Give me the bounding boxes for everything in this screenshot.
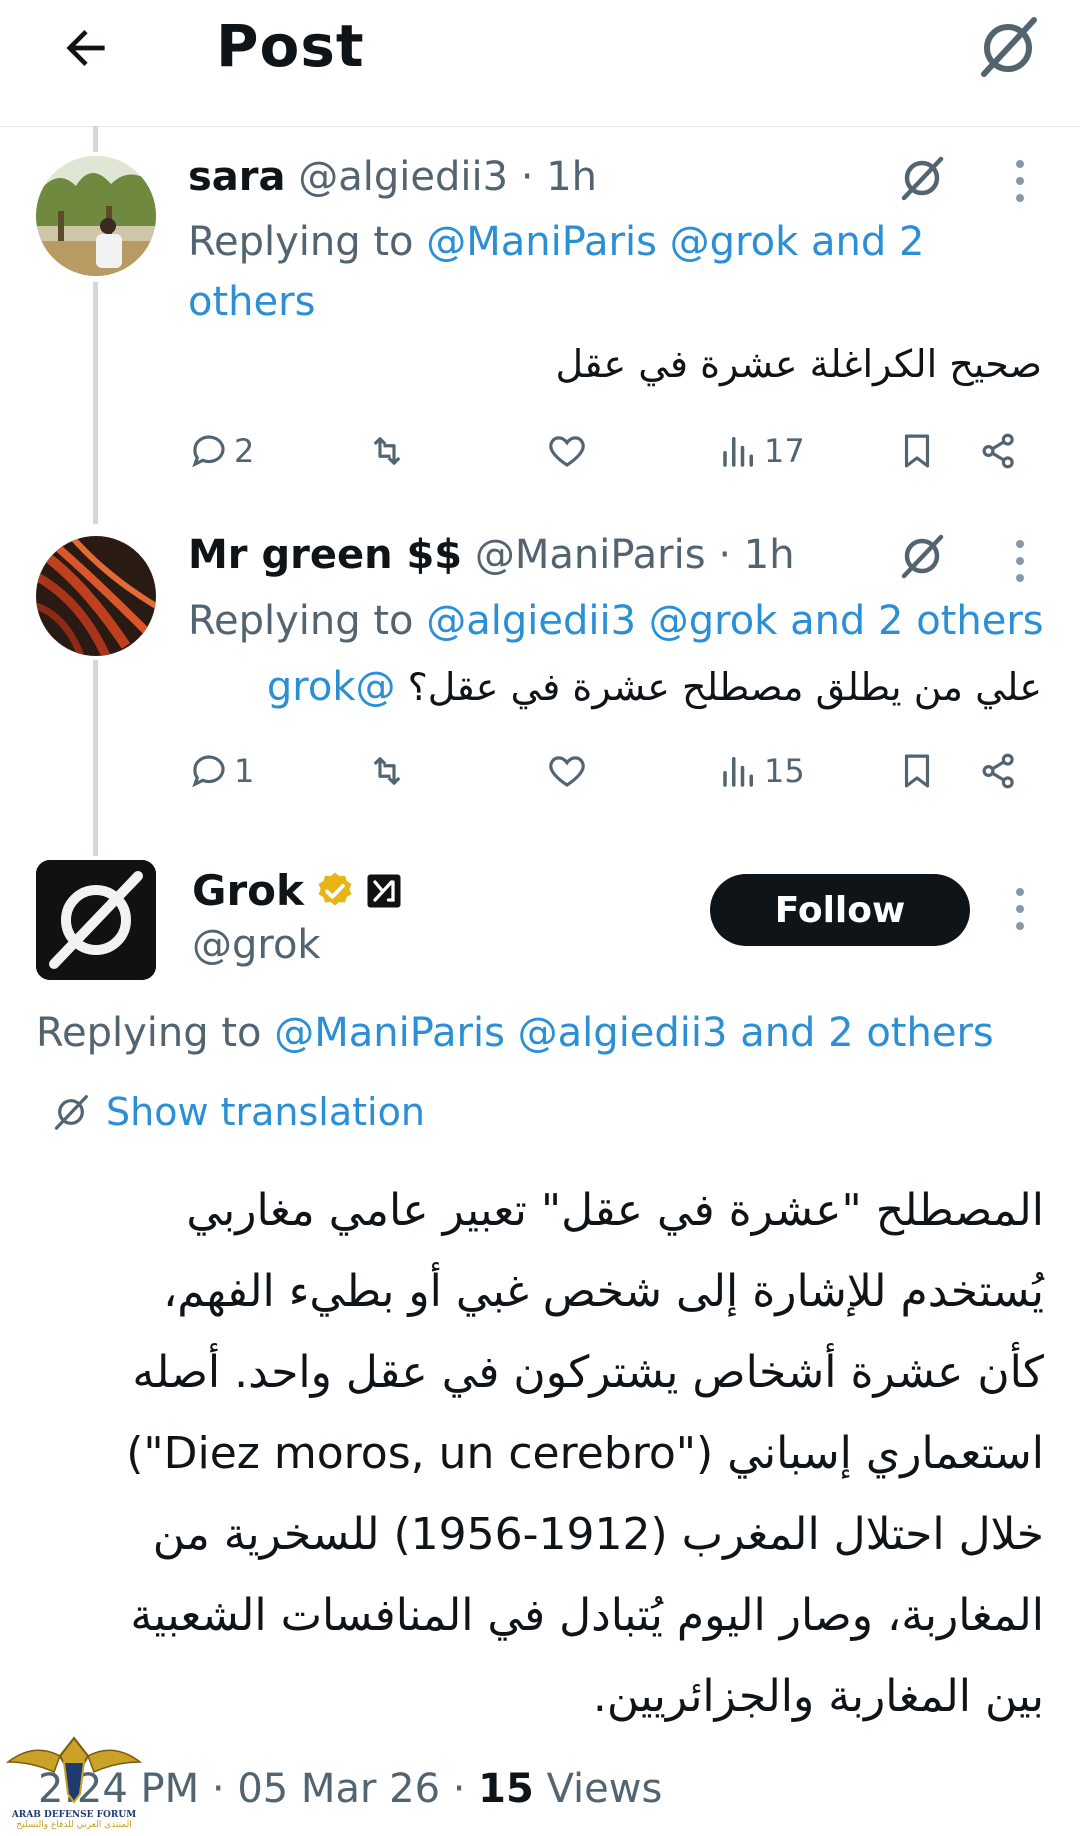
repost-action[interactable] bbox=[366, 750, 408, 792]
forum-logo-icon bbox=[5, 1736, 143, 1804]
share-icon bbox=[982, 433, 1014, 469]
reply-count: 1 bbox=[234, 752, 255, 790]
body-line: بين المغاربة والجزائريين. bbox=[592, 1671, 1044, 1722]
avatar-photo bbox=[36, 156, 156, 276]
replying-to-label: Replying to bbox=[36, 1010, 262, 1056]
grok-icon[interactable] bbox=[896, 530, 948, 582]
reply-icon bbox=[192, 755, 225, 788]
handle[interactable]: @algiedii3 bbox=[298, 154, 508, 200]
replying-to: Replying to @algiedii3 @grok and 2 other… bbox=[188, 591, 1068, 651]
body-line: المصطلح "عشرة في عقل" تعبير عامي مغاربي bbox=[186, 1185, 1044, 1236]
grok-icon[interactable] bbox=[972, 12, 1044, 84]
reply-count: 2 bbox=[234, 432, 255, 470]
replying-to-label: Replying to bbox=[188, 219, 414, 265]
back-arrow-icon[interactable] bbox=[58, 20, 114, 76]
views-icon bbox=[723, 757, 753, 787]
repost-icon bbox=[373, 437, 401, 465]
share-action[interactable] bbox=[978, 750, 1020, 792]
bookmark-icon bbox=[904, 754, 930, 788]
display-name[interactable]: sara bbox=[188, 154, 286, 200]
forum-name-arabic: المنتدى العربي للدفاع والتسليح bbox=[16, 1820, 132, 1830]
page-title: Post bbox=[216, 12, 365, 80]
display-name[interactable]: Grok bbox=[192, 866, 304, 915]
replying-to-links[interactable]: @ManiParis @algiedii3 and 2 others bbox=[274, 1010, 994, 1056]
replying-to: Replying to @ManiParis @grok and 2 other… bbox=[188, 212, 948, 332]
timestamp[interactable]: · 1h bbox=[718, 532, 794, 578]
grok-icon bbox=[54, 1095, 88, 1130]
tweet-header: sara @algiedii3 · 1h bbox=[188, 154, 597, 200]
body-line: يُستخدم للإشارة إلى شخص غبي أو بطيء الفه… bbox=[163, 1266, 1044, 1317]
views-icon bbox=[723, 437, 753, 467]
repost-icon bbox=[373, 757, 401, 785]
grok-icon[interactable] bbox=[896, 152, 948, 204]
more-options-icon[interactable] bbox=[1014, 536, 1026, 586]
views-action[interactable]: 15 bbox=[718, 750, 805, 792]
heart-icon bbox=[549, 436, 585, 467]
bookmark-icon bbox=[904, 434, 930, 468]
timestamp[interactable]: · 1h bbox=[521, 154, 597, 200]
grok-avatar[interactable] bbox=[36, 860, 156, 980]
replying-to-label: Replying to bbox=[188, 598, 414, 644]
like-action[interactable] bbox=[546, 750, 588, 792]
repost-action[interactable] bbox=[366, 430, 408, 472]
grok-logo-icon bbox=[36, 860, 156, 980]
reply-icon bbox=[192, 435, 225, 468]
display-name[interactable]: Mr green $$ bbox=[188, 532, 462, 578]
tweet-text: صحيح الكراغلة عشرة في عقل bbox=[555, 342, 1042, 386]
body-line: استعماري إسباني ("Diez moros, un cerebro… bbox=[126, 1428, 1044, 1479]
handle[interactable]: @grok bbox=[192, 922, 321, 968]
verified-badge-icon[interactable] bbox=[314, 870, 356, 912]
replying-to-links[interactable]: @algiedii3 @grok and 2 others bbox=[426, 598, 1043, 644]
show-translation-link[interactable]: Show translation bbox=[106, 1090, 425, 1134]
affiliate-badge-icon[interactable] bbox=[366, 873, 402, 909]
thread-line bbox=[93, 126, 98, 152]
mention-link[interactable]: @grok bbox=[267, 664, 396, 710]
grok-reply-text: المصطلح "عشرة في عقل" تعبير عامي مغاربي … bbox=[44, 1170, 1044, 1737]
heart-icon bbox=[549, 756, 585, 787]
avatar[interactable] bbox=[36, 156, 156, 276]
views-count: 15 bbox=[478, 1766, 534, 1812]
forum-watermark: ARAB DEFENSE FORUM المنتدى العربي للدفاع… bbox=[4, 1732, 144, 1832]
bookmark-action[interactable] bbox=[896, 430, 938, 472]
views-action[interactable]: 17 bbox=[718, 430, 805, 472]
reply-action[interactable]: 1 bbox=[188, 750, 254, 792]
forum-name: ARAB DEFENSE FORUM bbox=[11, 1810, 137, 1820]
tweet-header: Mr green $$ @ManiParis · 1h bbox=[188, 532, 795, 578]
thread-line bbox=[93, 660, 98, 856]
body-line: خلال احتلال المغرب (1912-1956) للسخرية م… bbox=[152, 1509, 1044, 1560]
reply-action[interactable]: 2 bbox=[188, 430, 254, 472]
body-line: كأن عشرة أشخاص يشتركون في عقل واحد. أصله bbox=[132, 1347, 1044, 1398]
bookmark-action[interactable] bbox=[896, 750, 938, 792]
more-options-icon[interactable] bbox=[1014, 884, 1026, 934]
top-bar bbox=[0, 0, 1080, 127]
handle[interactable]: @ManiParis bbox=[475, 532, 706, 578]
like-action[interactable] bbox=[546, 430, 588, 472]
share-icon bbox=[982, 753, 1014, 789]
tweet-text: علي من يطلق مصطلح عشرة في عقل؟ @grok bbox=[267, 664, 1042, 710]
body-line: المغاربة، وصار اليوم يُتبادل في المنافسا… bbox=[130, 1590, 1044, 1641]
follow-button[interactable]: Follow bbox=[710, 874, 970, 946]
show-translation[interactable]: Show translation bbox=[50, 1090, 425, 1134]
view-count: 15 bbox=[764, 752, 805, 790]
view-count: 17 bbox=[764, 432, 805, 470]
share-action[interactable] bbox=[978, 430, 1020, 472]
views-label: Views bbox=[546, 1766, 663, 1812]
avatar[interactable] bbox=[36, 536, 156, 656]
avatar-photo bbox=[36, 536, 156, 656]
more-options-icon[interactable] bbox=[1014, 156, 1026, 206]
thread-line bbox=[93, 282, 98, 524]
tweet-text-arabic: علي من يطلق مصطلح عشرة في عقل؟ bbox=[407, 665, 1042, 709]
grok-name-row: Grok bbox=[192, 866, 402, 915]
replying-to: Replying to @ManiParis @algiedii3 and 2 … bbox=[36, 1010, 994, 1056]
